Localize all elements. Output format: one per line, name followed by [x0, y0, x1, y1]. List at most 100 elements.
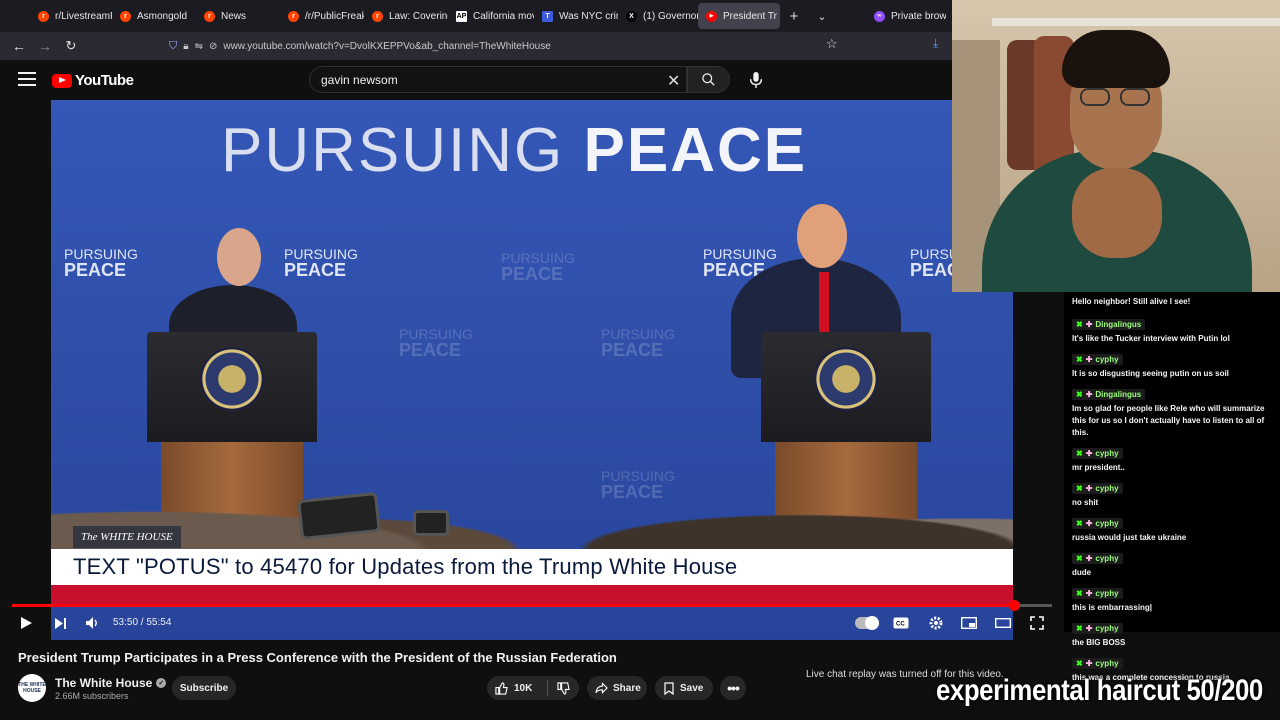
video-player[interactable]: PURSUING PEACE PURSUING PEACE PURSUING PEA…	[51, 100, 1013, 640]
badge-icon: ✚	[1085, 320, 1093, 329]
chat-message: ✖ ✚ cyphy the BIG BOSS	[1072, 618, 1272, 649]
lock-icon: 🔒︎	[183, 40, 189, 52]
miniplayer-icon	[961, 617, 977, 629]
play-button[interactable]	[16, 613, 36, 633]
new-tab-icon[interactable]: +	[780, 3, 808, 29]
chat-username[interactable]: ✖ ✚ cyphy	[1072, 448, 1123, 459]
right-speaker-head	[797, 204, 847, 268]
stream-overlay-text: experimental haircut 50/200	[936, 674, 1263, 707]
chat-message-text: Hello neighbor! Still alive I see!	[1072, 297, 1191, 306]
browser-tab[interactable]: rr/LivestreamFa	[30, 3, 112, 29]
settings-button[interactable]	[925, 613, 947, 633]
share-button[interactable]: Share	[587, 676, 647, 700]
browser-tab-active[interactable]: ▶President Tr✕	[698, 3, 780, 29]
youtube-play-icon	[52, 73, 72, 88]
subscribe-button[interactable]: Subscribe	[172, 676, 236, 700]
chat-username[interactable]: ✖ ✚ cyphy	[1072, 354, 1123, 365]
chat-message: ✖ ✚ cyphy no shit	[1072, 478, 1272, 509]
chat-message-text: the BIG BOSS	[1072, 638, 1126, 647]
chat-username[interactable]: ✖ ✚ cyphy	[1072, 658, 1123, 669]
browser-tab[interactable]: r News	[196, 3, 280, 29]
chat-username[interactable]: ✖ ✚ cyphy	[1072, 518, 1123, 529]
chat-message-text: It is so disgusting seeing putin on us s…	[1072, 369, 1229, 378]
progress-bar[interactable]	[12, 600, 1052, 611]
download-icon[interactable]: ⤓	[933, 36, 938, 51]
browser-tab[interactable]: r/r/PublicFreak	[280, 3, 364, 29]
youtube-header: YouTube ✕	[0, 60, 952, 100]
more-horizontal-icon: •••	[727, 680, 740, 696]
private-browsing-tab[interactable]: ∞Private browsin	[866, 3, 946, 29]
reddit-favicon-icon: r	[38, 10, 49, 22]
browser-tab[interactable]: X(1) Governor N	[618, 3, 698, 29]
browser-tab[interactable]: T Was NYC crim	[534, 3, 618, 29]
presidential-seal-icon	[814, 347, 878, 411]
scrubber-knob[interactable]	[1008, 600, 1020, 611]
bookmark-star-icon[interactable]: ☆	[826, 36, 838, 52]
chat-username[interactable]: ✖ ✚ cyphy	[1072, 553, 1123, 564]
browser-tab[interactable]: AP California mov	[448, 3, 534, 29]
next-button[interactable]	[50, 613, 70, 633]
channel-name[interactable]: The White House ✓	[55, 676, 167, 690]
badge-icon: ✖	[1076, 624, 1083, 633]
badge-icon: ✚	[1085, 484, 1093, 493]
back-arrow-icon[interactable]: ←	[6, 33, 32, 59]
theater-icon	[995, 618, 1011, 628]
reddit-favicon-icon: r	[204, 10, 215, 22]
chat-message: ✖ ✚ cyphy It is so disgusting seeing putin …	[1072, 349, 1272, 380]
like-button[interactable]: 10K	[487, 681, 547, 695]
reload-icon[interactable]: ↻	[58, 33, 84, 59]
share-icon	[595, 682, 608, 694]
audience	[51, 430, 1013, 550]
save-button[interactable]: Save	[655, 676, 713, 700]
badge-icon: ✚	[1085, 355, 1093, 364]
clear-search-icon[interactable]: ✕	[667, 71, 680, 91]
backdrop-watermark: PURSUINGPEACE	[501, 250, 575, 284]
channel-avatar[interactable]: THE WHITE HOUSE	[18, 674, 46, 702]
address-bar[interactable]: ⛉ 🔒︎ ⇋ ⊘ www.youtube.com/watch?v=DvolKXE…	[165, 34, 850, 58]
chat-username[interactable]: ✖ ✚ Dingalingus	[1072, 389, 1146, 400]
captions-button[interactable]: CC	[890, 613, 912, 633]
chat-username[interactable]: ✖ ✚ cyphy	[1072, 588, 1123, 599]
miniplayer-button[interactable]	[958, 613, 980, 633]
browser-tab-bar: rr/LivestreamFa rAsmongold rNews r/r/Pub…	[0, 0, 952, 32]
badge-icon: ✖	[1076, 355, 1083, 364]
autoplay-toggle[interactable]	[854, 613, 880, 633]
search-input[interactable]	[321, 73, 641, 87]
backdrop-headline: PURSUING PEACE	[221, 116, 808, 185]
like-dislike-group: 10K	[487, 676, 579, 700]
youtube-logo[interactable]: YouTube	[52, 72, 134, 89]
badge-icon: ✖	[1076, 554, 1083, 563]
chat-username[interactable]: ✖ ✚ Dingalingus	[1072, 319, 1146, 330]
chat-username[interactable]: ✖ ✚ cyphy	[1072, 483, 1123, 494]
fullscreen-button[interactable]	[1026, 613, 1048, 633]
youtube-favicon-icon: ▶	[706, 10, 717, 22]
chat-message-text: russia would just take ukraine	[1072, 533, 1187, 542]
backdrop-watermark: PURSUINGPEACE	[284, 246, 358, 280]
lower-third-red-bar	[51, 585, 1013, 605]
phone-camera	[297, 491, 381, 541]
browser-tab[interactable]: r Asmongold	[112, 3, 196, 29]
hamburger-menu-icon[interactable]	[18, 72, 36, 86]
chat-message-text: Im so glad for people like Rele who will…	[1072, 404, 1265, 437]
tab-list-chevron-icon[interactable]: ⌄	[808, 3, 836, 29]
badge-icon: ✚	[1085, 589, 1093, 598]
ap-favicon-icon: AP	[456, 10, 467, 22]
badge-icon: ✖	[1076, 659, 1083, 668]
chat-username[interactable]: ✖ ✚ cyphy	[1072, 623, 1123, 634]
chat-message: ✖ ✚ cyphy dude	[1072, 548, 1272, 579]
chat-message: ✖ ✚ cyphy russia would just take ukraine	[1072, 513, 1272, 544]
dislike-button[interactable]	[548, 681, 578, 695]
streamer-webcam	[952, 0, 1280, 292]
theater-mode-button[interactable]	[992, 613, 1014, 633]
more-actions-button[interactable]: •••	[720, 676, 746, 700]
voice-search-mic-icon[interactable]	[746, 70, 766, 90]
red-tie	[819, 272, 829, 332]
white-house-bug: The WHITE HOUSE	[73, 526, 181, 548]
badge-icon: ✚	[1085, 554, 1093, 563]
captions-icon: CC	[893, 617, 909, 629]
forward-arrow-icon[interactable]: →	[32, 33, 58, 59]
volume-button[interactable]	[82, 613, 102, 633]
search-button[interactable]	[687, 66, 730, 93]
time-display: 53:50 / 55:54	[113, 617, 172, 628]
browser-tab[interactable]: r Law: Covering	[364, 3, 448, 29]
